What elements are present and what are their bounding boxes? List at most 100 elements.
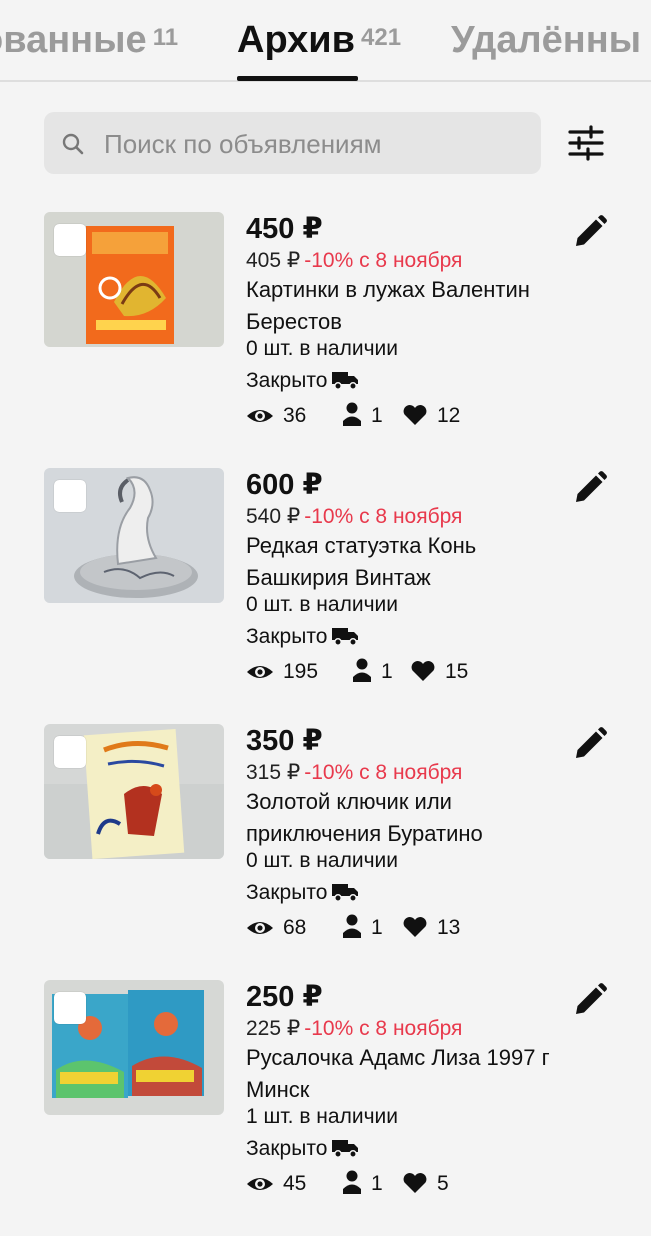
eye-icon — [247, 666, 273, 678]
listing-price: 600 ₽ — [246, 469, 323, 501]
truck-icon — [332, 372, 359, 390]
views-stat: 36 — [246, 400, 306, 432]
views-count: 36 — [283, 404, 307, 427]
old-price: 405 ₽ — [246, 249, 301, 272]
tab-archive[interactable]: Архив 421 — [237, 18, 401, 62]
contacts-stat: 1 — [342, 912, 383, 944]
select-checkbox[interactable] — [54, 480, 86, 512]
views-count: 68 — [283, 916, 307, 939]
old-price: 225 ₽ — [246, 1017, 301, 1040]
listing-status: Закрыто — [246, 624, 359, 650]
favorites-stat: 15 — [410, 656, 468, 688]
truck-icon — [332, 884, 359, 902]
favorites-stat: 12 — [402, 400, 460, 432]
status-label: Закрыто — [246, 369, 328, 392]
select-checkbox[interactable] — [54, 736, 86, 768]
select-checkbox[interactable] — [54, 992, 86, 1024]
views-stat: 195 — [246, 656, 318, 688]
pencil-icon — [576, 727, 607, 758]
favorites-stat: 5 — [402, 1168, 449, 1200]
contacts-count: 1 — [381, 660, 393, 683]
person-icon — [353, 658, 371, 682]
heart-icon — [403, 1173, 427, 1193]
stock-info: 0 шт. в наличии — [246, 337, 398, 360]
listing-title[interactable]: Золотой ключик или приключения Буратино — [246, 786, 576, 850]
eye-icon — [247, 410, 273, 422]
search-icon — [62, 133, 84, 155]
listing-old-price-row: 315 ₽ -10% с 8 ноября — [246, 760, 462, 786]
favorites-count: 13 — [437, 916, 461, 939]
select-checkbox[interactable] — [54, 224, 86, 256]
tab-label: ованные — [0, 19, 147, 61]
tab-label: Удалённы — [451, 19, 642, 61]
listing-title[interactable]: Редкая статуэтка Конь Башкирия Винтаж — [246, 530, 576, 594]
heart-icon — [403, 405, 427, 425]
stock-info: 0 шт. в наличии — [246, 593, 398, 616]
listing-card[interactable]: 350 ₽ 315 ₽ -10% с 8 ноября Золотой ключи… — [0, 724, 651, 980]
listing-old-price-row: 405 ₽ -10% с 8 ноября — [246, 248, 462, 274]
sliders-icon — [568, 125, 604, 161]
listing-card[interactable]: 600 ₽ 540 ₽ -10% с 8 ноября Редкая статуэ… — [0, 468, 651, 724]
old-price: 540 ₽ — [246, 505, 301, 528]
eye-icon — [247, 922, 273, 934]
edit-button[interactable] — [572, 214, 608, 250]
contacts-count: 1 — [371, 1172, 383, 1195]
discount-label: -10% с 8 ноября — [304, 1017, 463, 1040]
contacts-count: 1 — [371, 916, 383, 939]
tab-count: 421 — [361, 24, 402, 51]
tab-favorites[interactable]: ованные11 — [0, 18, 178, 62]
tab-count: 11 — [152, 24, 179, 51]
discount-label: -10% с 8 ноября — [304, 249, 463, 272]
edit-button[interactable] — [572, 982, 608, 1018]
status-label: Закрыто — [246, 625, 328, 648]
listing-status: Закрыто — [246, 1136, 359, 1162]
edit-button[interactable] — [572, 726, 608, 762]
truck-icon — [332, 1140, 359, 1158]
pencil-icon — [576, 471, 607, 502]
listing-card[interactable]: 250 ₽ 225 ₽ -10% с 8 ноября Русалочка Ада… — [0, 980, 651, 1236]
favorites-count: 12 — [437, 404, 461, 427]
listing-card[interactable]: 450 ₽ 405 ₽ -10% с 8 ноября Картинки в лу… — [0, 212, 651, 468]
contacts-stat: 1 — [342, 1168, 383, 1200]
contacts-stat: 1 — [342, 400, 383, 432]
stock-info: 0 шт. в наличии — [246, 849, 398, 872]
search-bar — [44, 112, 541, 176]
listing-stats: 45 1 5 — [246, 1168, 566, 1200]
listing-title[interactable]: Картинки в лужах Валентин Берестов — [246, 274, 576, 338]
listing-status: Закрыто — [246, 880, 359, 906]
eye-icon — [247, 1178, 273, 1190]
contacts-stat: 1 — [352, 656, 393, 688]
favorites-count: 15 — [445, 660, 469, 683]
listing-stats: 195 1 15 — [246, 656, 566, 688]
person-icon — [343, 402, 361, 426]
discount-label: -10% с 8 ноября — [304, 761, 463, 784]
pencil-icon — [576, 983, 607, 1014]
tab-deleted[interactable]: Удалённы — [451, 18, 647, 62]
listing-price: 350 ₽ — [246, 725, 323, 757]
contacts-count: 1 — [371, 404, 383, 427]
listing-stats: 36 1 12 — [246, 400, 566, 432]
views-count: 45 — [283, 1172, 307, 1195]
person-icon — [343, 1170, 361, 1194]
edit-button[interactable] — [572, 470, 608, 506]
views-count: 195 — [283, 660, 319, 683]
old-price: 315 ₽ — [246, 761, 301, 784]
active-tab-indicator — [237, 76, 358, 81]
listing-old-price-row: 540 ₽ -10% с 8 ноября — [246, 504, 462, 530]
heart-icon — [411, 661, 435, 681]
favorites-stat: 13 — [402, 912, 460, 944]
person-icon — [343, 914, 361, 938]
pencil-icon — [576, 215, 607, 246]
status-label: Закрыто — [246, 881, 328, 904]
truck-icon — [332, 628, 359, 646]
views-stat: 68 — [246, 912, 306, 944]
status-label: Закрыто — [246, 1137, 328, 1160]
views-stat: 45 — [246, 1168, 306, 1200]
listing-stats: 68 1 13 — [246, 912, 566, 944]
search-input[interactable] — [102, 112, 526, 176]
listing-old-price-row: 225 ₽ -10% с 8 ноября — [246, 1016, 462, 1042]
listing-status: Закрыто — [246, 368, 359, 394]
discount-label: -10% с 8 ноября — [304, 505, 463, 528]
filter-button[interactable] — [564, 120, 608, 166]
listing-title[interactable]: Русалочка Адамс Лиза 1997 г Минск — [246, 1042, 576, 1106]
